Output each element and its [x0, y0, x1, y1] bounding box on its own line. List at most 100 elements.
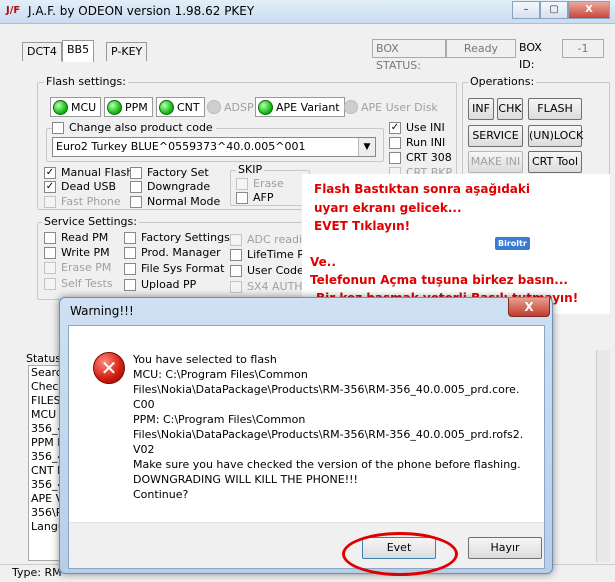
dialog-message-line: DOWNGRADING WILL KILL THE PHONE!!! [133, 473, 358, 486]
dialog-message-line: Continue? [133, 488, 189, 501]
checkbox-checked: ✓ [389, 121, 401, 134]
run-ini-checkbox[interactable]: Run INI [389, 136, 445, 149]
change-product-code-checkbox[interactable]: Change also product code [52, 121, 216, 134]
watermark-badge: Biroltr [495, 237, 530, 250]
prod-manager-checkbox[interactable]: Prod. Manager [124, 246, 221, 259]
annotation-line: Ve.. [310, 255, 336, 269]
unlock-button[interactable]: (UN)LOCK [528, 125, 583, 147]
manual-flash-checkbox[interactable]: ✓ Manual Flash [44, 166, 133, 179]
flash-button[interactable]: FLASH [528, 98, 582, 120]
status-line: Langu [31, 520, 62, 533]
checkbox-box [130, 180, 142, 193]
run-ini-label: Run INI [406, 136, 446, 149]
flash-settings-label: Flash settings: [44, 75, 128, 88]
dialog-message-line: Files\Nokia\DataPackage\Products\RM-356\… [133, 428, 524, 441]
status-line: Check [31, 380, 62, 393]
checkbox-checked: ✓ [44, 180, 56, 193]
read-pm-checkbox[interactable]: Read PM [44, 231, 108, 244]
box-id-value: -1 [562, 39, 604, 58]
checkbox-box [44, 277, 56, 290]
no-button[interactable]: Hayır [468, 537, 542, 559]
downgrade-label: Downgrade [147, 180, 211, 193]
product-code-select[interactable]: Euro2 Turkey BLUE^0559373^40.0.005^001 ▼ [52, 137, 376, 157]
close-window-button[interactable]: X [568, 1, 610, 19]
led-ppm: PPM [104, 97, 153, 117]
annotation-line: EVET Tıklayın! [314, 219, 411, 233]
erase-pm-label: Erase PM [61, 261, 112, 274]
status-line: 356_4 [31, 478, 62, 491]
led-ape-user-disk-label: APE User Disk [361, 100, 438, 114]
write-pm-label: Write PM [61, 246, 110, 259]
erase-pm-checkbox[interactable]: Erase PM [44, 261, 111, 274]
dialog-close-button[interactable]: X [508, 298, 550, 317]
downgrade-checkbox[interactable]: Downgrade [130, 180, 210, 193]
status-line: MCU F [31, 408, 61, 421]
status-line: APE V [31, 492, 62, 505]
fast-phone-checkbox[interactable]: Fast Phone [44, 195, 121, 208]
normal-mode-label: Normal Mode [147, 195, 221, 208]
status-scrollbar[interactable] [596, 350, 610, 562]
skip-afp-checkbox[interactable]: AFP [236, 191, 274, 204]
chevron-down-icon[interactable]: ▼ [358, 138, 375, 156]
led-ppm-label: PPM [125, 100, 148, 114]
dialog-message-line: PPM: C:\Program Files\Common [133, 413, 306, 426]
operations-label: Operations: [468, 75, 537, 88]
normal-mode-checkbox[interactable]: Normal Mode [130, 195, 220, 208]
self-tests-checkbox[interactable]: Self Tests [44, 277, 113, 290]
tab-pkey[interactable]: P-KEY [106, 42, 148, 61]
service-button[interactable]: SERVICE [468, 125, 523, 147]
status-log[interactable]: Searc Check FILES MCU F 356_4 PPM F 356_… [28, 365, 62, 561]
box-status-label: BOX STATUS: [372, 39, 446, 72]
make-ini-button[interactable]: MAKE INI [468, 151, 523, 173]
upload-pp-checkbox[interactable]: Upload PP [124, 278, 196, 291]
file-sys-format-checkbox[interactable]: File Sys Format [124, 262, 224, 275]
skip-label: SKIP [236, 163, 265, 176]
dead-usb-checkbox[interactable]: ✓ Dead USB [44, 180, 116, 193]
skip-erase-checkbox[interactable]: Erase [236, 177, 284, 190]
checkbox-box [236, 191, 248, 204]
checkbox-box [44, 246, 56, 259]
maximize-button[interactable]: ▢ [540, 1, 568, 19]
crt308-checkbox[interactable]: CRT 308 [389, 151, 452, 164]
crt-tool-button[interactable]: CRT Tool [528, 151, 582, 173]
file-sys-format-label: File Sys Format [141, 262, 225, 275]
checkbox-box [230, 248, 242, 261]
upload-pp-label: Upload PP [141, 278, 197, 291]
factory-settings-checkbox[interactable]: Factory Settings [124, 231, 230, 244]
window-title: J.A.F. by ODEON version 1.98.62 PKEY [28, 4, 255, 18]
dialog-title: Warning!!! [70, 304, 134, 318]
led-ape-variant-label: APE Variant [276, 100, 340, 114]
led-adsp: ADSP [207, 100, 254, 114]
status-line: 356\R [31, 506, 62, 519]
checkbox-box [124, 246, 136, 259]
warning-dialog: Warning!!! X ✕ You have selected to flas… [59, 297, 553, 574]
sx4-auth-checkbox[interactable]: SX4 AUTH [230, 280, 303, 293]
service-settings-label: Service Settings: [42, 215, 139, 228]
checkbox-box [389, 151, 401, 164]
read-pm-label: Read PM [61, 231, 109, 244]
annotation-note: Flash Bastıktan sonra aşağıdaki uyarı ek… [302, 174, 610, 314]
dialog-message-line: MCU: C:\Program Files\Common [133, 368, 308, 381]
status-line: FILES [31, 394, 61, 407]
status-label: Status [26, 352, 62, 365]
minimize-button[interactable]: – [512, 1, 540, 19]
skip-erase-label: Erase [253, 177, 284, 190]
checkbox-box [124, 231, 136, 244]
tab-bb5[interactable]: BB5 [62, 40, 95, 62]
write-pm-checkbox[interactable]: Write PM [44, 246, 110, 259]
inf-button[interactable]: INF [468, 98, 494, 120]
adsp-led-icon [207, 100, 221, 114]
checkbox-box [124, 262, 136, 275]
status-line: 356_4 [31, 422, 62, 435]
tab-dct4[interactable]: DCT4 [22, 42, 62, 61]
mcu-led-icon [53, 99, 68, 115]
checkbox-box [230, 233, 242, 246]
led-mcu-label: MCU [71, 100, 97, 114]
use-ini-checkbox[interactable]: ✓ Use INI [389, 121, 445, 134]
factory-set-checkbox[interactable]: Factory Set [130, 166, 209, 179]
checkbox-box [230, 264, 242, 277]
chk-button[interactable]: CHK [497, 98, 523, 120]
annotation-line: Telefonun Açma tuşuna birkez basın... [310, 273, 568, 287]
status-line: PPM F [31, 436, 62, 449]
checkbox-box [44, 195, 56, 208]
